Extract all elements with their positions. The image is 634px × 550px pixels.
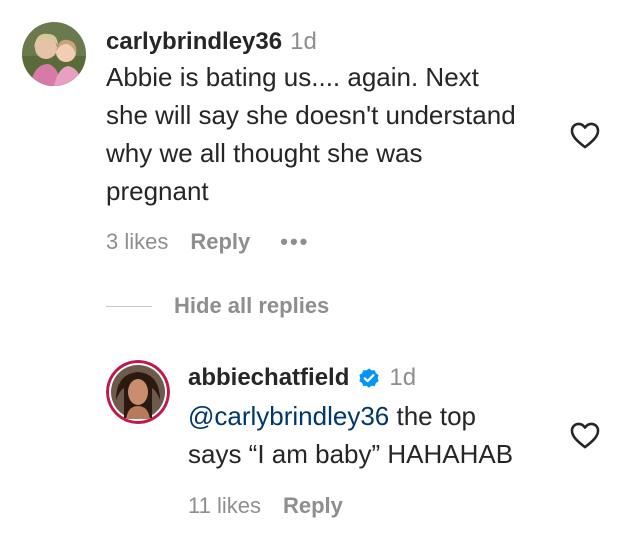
comment-meta: 3 likes Reply ••• — [106, 229, 309, 255]
comment-text-line: pregnant — [106, 176, 209, 206]
like-button[interactable] — [568, 418, 602, 452]
reply-header: abbiechatfield 1d — [188, 364, 416, 392]
comment-header: carlybrindley36 1d — [106, 28, 317, 56]
avatar[interactable] — [106, 360, 170, 424]
reply-text-segment: the top — [389, 401, 476, 431]
like-button[interactable] — [568, 118, 602, 152]
comment-likes[interactable]: 3 likes — [106, 229, 168, 255]
avatar-image — [106, 360, 170, 424]
mention-link[interactable]: @carlybrindley36 — [188, 401, 389, 431]
avatar[interactable] — [22, 22, 86, 86]
reply-username[interactable]: abbiechatfield — [188, 364, 349, 392]
heart-outline-icon — [570, 122, 600, 149]
reply-button[interactable]: Reply — [190, 229, 250, 255]
comment-text-line: why we all thought she was — [106, 138, 423, 168]
divider-line — [106, 305, 152, 307]
comment-time: 1d — [290, 28, 317, 55]
verified-badge-icon — [357, 366, 381, 390]
reply-button[interactable]: Reply — [283, 493, 343, 519]
comment-text: Abbie is bating us.... again. Next she w… — [106, 58, 516, 210]
more-options-icon[interactable]: ••• — [280, 229, 309, 255]
reply-meta: 11 likes Reply — [188, 493, 343, 519]
reply-likes[interactable]: 11 likes — [188, 493, 261, 519]
comment-username[interactable]: carlybrindley36 — [106, 28, 282, 56]
hide-replies-button[interactable]: Hide all replies — [106, 293, 329, 319]
reply-text-line: says “I am baby” HAHAHAB — [188, 439, 514, 469]
hide-replies-label: Hide all replies — [174, 293, 330, 318]
comment-text-line: she will say she doesn't understand — [106, 100, 516, 130]
reply-text: @carlybrindley36 the top says “I am baby… — [188, 397, 513, 473]
avatar-image — [22, 22, 86, 86]
reply-time: 1d — [389, 364, 417, 391]
comment-text-line: Abbie is bating us.... again. Next — [106, 62, 479, 92]
reply-text-line: @carlybrindley36 the top — [188, 397, 513, 435]
heart-outline-icon — [570, 422, 600, 449]
